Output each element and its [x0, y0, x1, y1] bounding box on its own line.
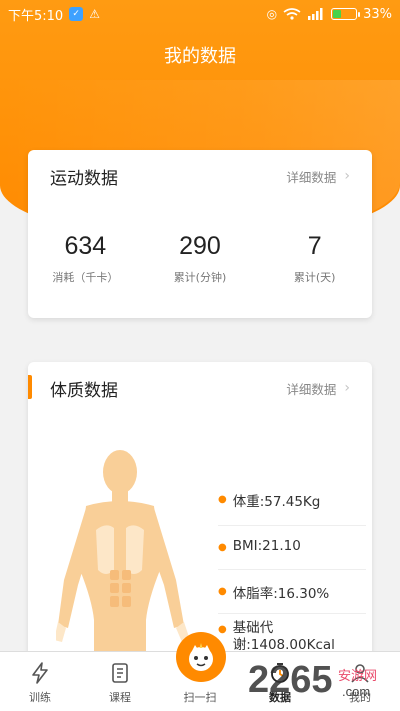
body-card-title: 体质数据 [50, 380, 118, 401]
body-metrics-list: ● 体重:57.45Kg ● BMI:21.10 ● 体脂率:16.30% ● … [218, 482, 366, 660]
nav-item-courses[interactable]: 课程 [85, 661, 155, 705]
body-detail-label: 详细数据 [286, 381, 337, 397]
metric-text: 基础代谢:1408.00Kcal [232, 620, 335, 653]
card-accent-bar [28, 375, 32, 399]
metric-body-fat: ● 体脂率:16.30% [218, 570, 366, 614]
wifi-icon [283, 8, 301, 20]
bullet-icon: ● [218, 542, 227, 553]
stat-value: 634 [64, 232, 107, 260]
stat-label: 累计(天) [293, 271, 336, 284]
document-icon [112, 663, 128, 683]
page-title: 我的数据 [164, 46, 236, 67]
sports-card-header: 运动数据 详细数据 › [28, 150, 372, 202]
metric-weight: ● 体重:57.45Kg [218, 482, 366, 526]
watermark-logo: 2265 安游网 .com [246, 658, 396, 705]
status-bar: 下午5:10 ✓ ⚠ ◎ 33% [0, 0, 400, 28]
stat-calories: 634 消耗（千卡） [30, 232, 140, 285]
chevron-right-icon: › [344, 380, 350, 396]
signal-icon [308, 8, 323, 20]
body-detail-link[interactable]: 详细数据 › [286, 379, 350, 398]
nav-item-training[interactable]: 训练 [5, 661, 75, 705]
sports-data-card: 运动数据 详细数据 › 634 消耗（千卡） 290 累计(分钟) 7 累计(天… [28, 150, 372, 318]
sports-detail-link[interactable]: 详细数据 › [286, 167, 350, 186]
lightning-icon [32, 662, 48, 684]
svg-text:2265: 2265 [248, 659, 333, 700]
sports-stats: 634 消耗（千卡） 290 累计(分钟) 7 累计(天) [28, 202, 372, 285]
alarm-icon: ◎ [266, 7, 278, 21]
svg-text:.com: .com [342, 684, 370, 699]
bullet-icon: ● [218, 624, 227, 635]
nav-label: 扫一扫 [183, 691, 217, 704]
scan-button[interactable] [176, 632, 226, 682]
scan-mascot-icon [189, 643, 213, 671]
stat-label: 累计(分钟) [173, 271, 227, 284]
body-card-header: 体质数据 详细数据 › [28, 362, 372, 414]
stat-days: 7 累计(天) [260, 232, 370, 285]
bullet-icon: ● [218, 494, 227, 505]
body-figure-illustration [56, 450, 190, 662]
nav-label: 课程 [109, 691, 131, 704]
watermark-graphic: 2265 安游网 .com [248, 659, 377, 701]
battery-icon [331, 8, 361, 20]
notification-alert-icon: ⚠ [89, 7, 100, 21]
stat-value: 290 [179, 232, 221, 260]
stat-minutes: 290 累计(分钟) [145, 232, 255, 285]
notification-app-icon: ✓ [69, 7, 84, 21]
svg-text:安游网: 安游网 [338, 669, 377, 684]
nav-label: 训练 [29, 691, 51, 704]
sports-detail-label: 详细数据 [286, 169, 337, 185]
battery-percent: 33% [363, 6, 392, 22]
metric-text: 体脂率:16.30% [232, 586, 330, 602]
stat-label: 消耗（千卡） [52, 271, 119, 284]
battery-level [333, 10, 341, 18]
sports-card-title: 运动数据 [50, 168, 118, 189]
bullet-icon: ● [218, 586, 227, 597]
body-data-card: 体质数据 详细数据 › ● 体重:57.45Kg ● BMI:21.10 ● 体… [28, 362, 372, 662]
chevron-right-icon: › [344, 168, 350, 184]
stat-value: 7 [307, 232, 322, 260]
metric-text: BMI:21.10 [232, 538, 301, 554]
metric-bmi: ● BMI:21.10 [218, 526, 366, 570]
metric-text: 体重:57.45Kg [232, 494, 321, 510]
status-time: 下午5:10 [8, 8, 64, 24]
